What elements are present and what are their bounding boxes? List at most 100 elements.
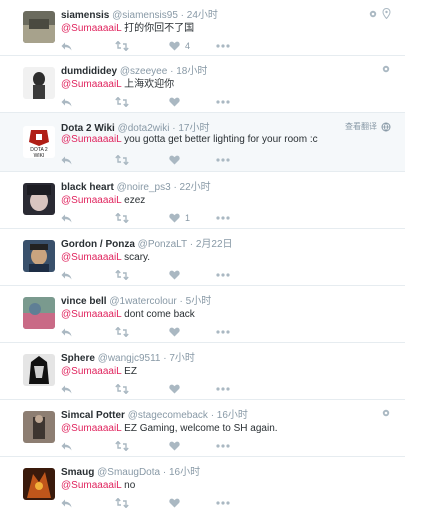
user-handle[interactable]: @PonzaLT: [138, 239, 187, 250]
mention-link[interactable]: @SumaaaaiL: [61, 23, 121, 34]
tweet-time[interactable]: · 24小时: [181, 10, 218, 21]
retweet-icon[interactable]: [115, 212, 129, 224]
user-handle[interactable]: @stagecomeback: [128, 410, 208, 421]
globe-icon[interactable]: [381, 122, 391, 132]
user-fullname[interactable]: black heart: [61, 182, 114, 193]
user-handle[interactable]: @wangjc9511: [98, 353, 161, 364]
retweet-icon[interactable]: [115, 440, 129, 452]
like-button[interactable]: 1: [169, 212, 190, 224]
more-icon[interactable]: [216, 96, 230, 108]
user-fullname[interactable]: Sphere: [61, 353, 95, 364]
like-button[interactable]: [169, 269, 185, 281]
user-handle[interactable]: @1watercolour: [109, 296, 176, 307]
user-fullname[interactable]: vince bell: [61, 296, 107, 307]
more-icon[interactable]: [216, 212, 230, 224]
reply-icon[interactable]: [61, 96, 72, 108]
avatar[interactable]: [23, 411, 55, 443]
gear-icon[interactable]: [381, 64, 391, 74]
avatar[interactable]: [23, 67, 55, 99]
user-handle[interactable]: @noire_ps3: [117, 182, 171, 193]
avatar[interactable]: DOTA 2 WIKI: [23, 126, 55, 158]
tweet[interactable]: DOTA 2 WIKI Dota 2 Wiki @dota2wiki · 17小时…: [0, 113, 405, 172]
user-handle[interactable]: @dota2wiki: [118, 123, 170, 134]
tweet[interactable]: black heart @noire_ps3 · 22小时 @SumaaaaiL…: [0, 172, 405, 229]
tweet[interactable]: Smaug @SmaugDota · 16小时 @SumaaaaiL no: [0, 457, 405, 509]
more-icon[interactable]: [216, 383, 230, 395]
heart-icon: [169, 498, 180, 508]
tweet[interactable]: Gordon / Ponza @PonzaLT · 2月22日 @Sumaaaa…: [0, 229, 405, 286]
tweet-time[interactable]: · 16小时: [211, 410, 248, 421]
user-fullname[interactable]: Smaug: [61, 467, 94, 478]
translate-link[interactable]: 查看翻译: [345, 121, 377, 132]
avatar[interactable]: [23, 240, 55, 272]
mention-link[interactable]: @SumaaaaiL: [61, 366, 121, 377]
more-icon[interactable]: [216, 440, 230, 452]
mention-link[interactable]: @SumaaaaiL: [61, 480, 121, 491]
gear-icon[interactable]: [368, 9, 378, 19]
tweet[interactable]: siamensis @siamensis95 · 24小时 @SumaaaaiL…: [0, 0, 405, 56]
reply-icon[interactable]: [61, 497, 72, 509]
like-button[interactable]: [169, 383, 185, 395]
like-button[interactable]: [169, 96, 185, 108]
retweet-icon[interactable]: [115, 96, 129, 108]
avatar[interactable]: [23, 183, 55, 215]
more-icon[interactable]: [216, 40, 230, 52]
retweet-icon[interactable]: [115, 40, 129, 52]
retweet-icon[interactable]: [115, 326, 129, 338]
like-button[interactable]: [169, 154, 185, 166]
reply-icon[interactable]: [61, 40, 72, 52]
tweet-time[interactable]: · 5小时: [180, 296, 212, 307]
like-button[interactable]: [169, 326, 185, 338]
tweet-time[interactable]: · 22小时: [173, 182, 210, 193]
user-fullname[interactable]: Dota 2 Wiki: [61, 123, 115, 134]
tweet-text-content: you gotta get better lighting for your r…: [124, 134, 318, 145]
avatar[interactable]: [23, 468, 55, 500]
like-button[interactable]: [169, 440, 185, 452]
tweet-time[interactable]: · 16小时: [163, 467, 200, 478]
retweet-icon[interactable]: [115, 154, 129, 166]
tweet-time[interactable]: · 17小时: [172, 123, 209, 134]
tweet-header: vince bell @1watercolour · 5小时: [61, 296, 211, 308]
user-fullname[interactable]: Gordon / Ponza: [61, 239, 135, 250]
mention-link[interactable]: @SumaaaaiL: [61, 79, 121, 90]
mention-link[interactable]: @SumaaaaiL: [61, 252, 121, 263]
tweet[interactable]: Simcal Potter @stagecomeback · 16小时 @Sum…: [0, 400, 405, 457]
avatar[interactable]: [23, 297, 55, 329]
tweet-time[interactable]: · 2月22日: [190, 239, 233, 250]
user-handle[interactable]: @SmaugDota: [97, 467, 160, 478]
reply-icon[interactable]: [61, 269, 72, 281]
user-fullname[interactable]: dumdididey: [61, 66, 117, 77]
avatar[interactable]: [23, 11, 55, 43]
like-button[interactable]: [169, 497, 185, 509]
tweet-time[interactable]: · 18小时: [170, 66, 207, 77]
mention-link[interactable]: @SumaaaaiL: [61, 309, 121, 320]
mention-link[interactable]: @SumaaaaiL: [61, 195, 121, 206]
retweet-icon[interactable]: [115, 383, 129, 395]
reply-icon[interactable]: [61, 212, 72, 224]
avatar[interactable]: [23, 354, 55, 386]
tweet[interactable]: vince bell @1watercolour · 5小时 @Sumaaaai…: [0, 286, 405, 343]
user-fullname[interactable]: siamensis: [61, 10, 109, 21]
tweet-header: Simcal Potter @stagecomeback · 16小时: [61, 410, 248, 422]
more-icon[interactable]: [216, 326, 230, 338]
like-button[interactable]: 4: [169, 40, 190, 52]
user-fullname[interactable]: Simcal Potter: [61, 410, 125, 421]
mention-link[interactable]: @SumaaaaiL: [61, 423, 121, 434]
user-handle[interactable]: @szeeyee: [120, 66, 167, 77]
tweet[interactable]: Sphere @wangjc9511 · 7小时 @SumaaaaiL EZ: [0, 343, 405, 400]
gear-icon[interactable]: [381, 408, 391, 418]
more-icon[interactable]: [216, 497, 230, 509]
retweet-icon[interactable]: [115, 497, 129, 509]
reply-icon[interactable]: [61, 440, 72, 452]
user-handle[interactable]: @siamensis95: [112, 10, 178, 21]
tweet[interactable]: dumdididey @szeeyee · 18小时 @SumaaaaiL 上海…: [0, 56, 405, 113]
tweet-time[interactable]: · 7小时: [163, 353, 195, 364]
reply-icon[interactable]: [61, 326, 72, 338]
more-icon[interactable]: [216, 154, 230, 166]
more-icon[interactable]: [216, 269, 230, 281]
mention-link[interactable]: @SumaaaaiL: [61, 134, 121, 145]
reply-icon[interactable]: [61, 154, 72, 166]
retweet-icon[interactable]: [115, 269, 129, 281]
tweet-text-content: EZ Gaming, welcome to SH again.: [124, 423, 278, 434]
reply-icon[interactable]: [61, 383, 72, 395]
